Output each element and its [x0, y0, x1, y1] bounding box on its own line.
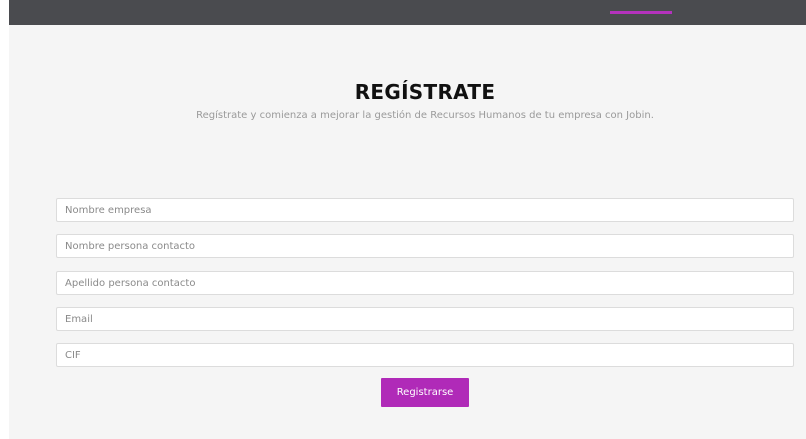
contact-last-name-input[interactable]: [56, 271, 794, 295]
company-name-input[interactable]: [56, 198, 794, 222]
top-navigation-bar: [9, 0, 806, 25]
email-input[interactable]: [56, 307, 794, 331]
contact-first-name-input[interactable]: [56, 234, 794, 258]
page-subtitle: Regístrate y comienza a mejorar la gesti…: [196, 110, 654, 121]
active-nav-indicator: [610, 11, 672, 14]
register-button[interactable]: Registrarse: [381, 378, 469, 407]
page-title: REGÍSTRATE: [354, 80, 496, 104]
cif-input[interactable]: [56, 343, 794, 367]
